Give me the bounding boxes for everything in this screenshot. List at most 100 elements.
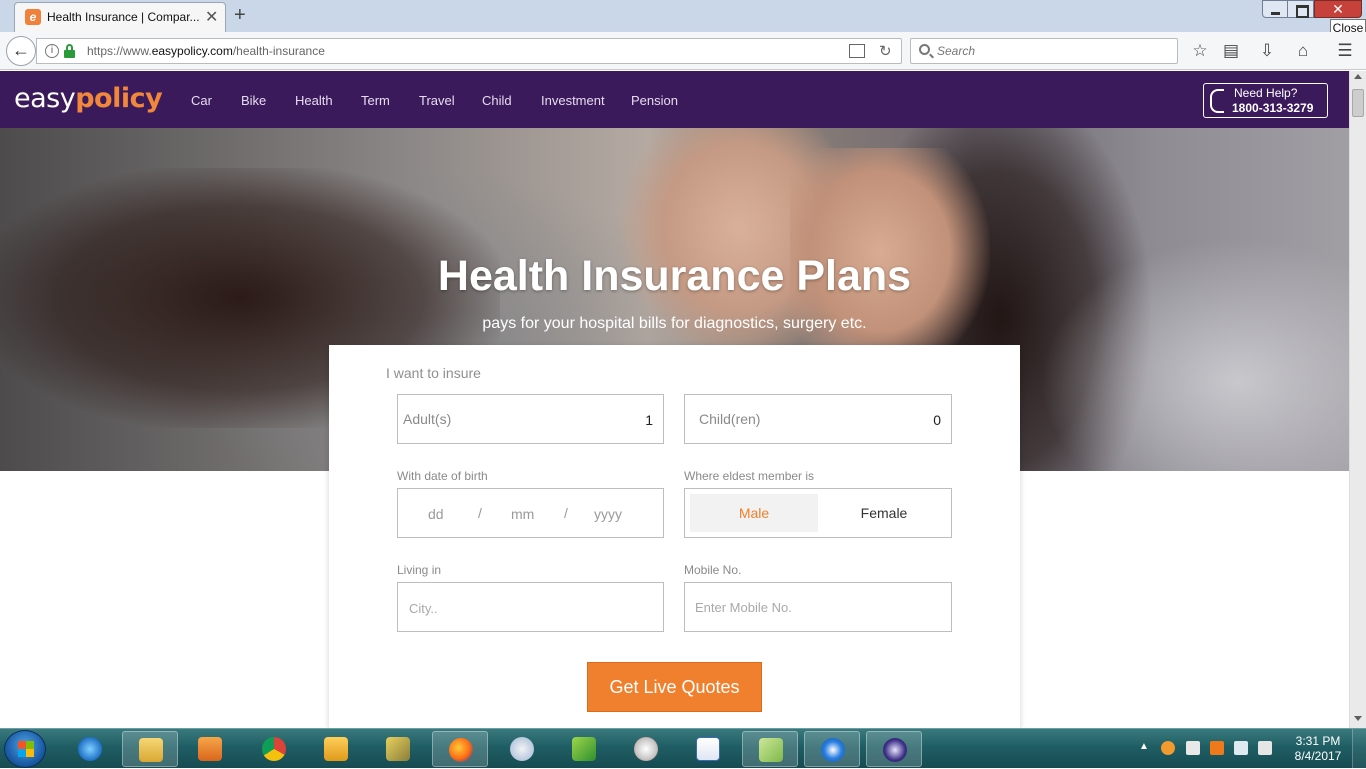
site-info-icon[interactable]: i bbox=[45, 44, 59, 58]
taskbar-firefox[interactable] bbox=[432, 731, 488, 767]
new-tab-button[interactable]: + bbox=[234, 4, 246, 27]
browser-tab[interactable]: e Health Insurance | Compar... ✕ bbox=[14, 2, 226, 32]
easypolicy-favicon-icon: e bbox=[25, 9, 41, 25]
taskbar-outlook[interactable] bbox=[308, 731, 364, 767]
need-help-label: Need Help? bbox=[1234, 86, 1298, 100]
browser-titlebar: e Health Insurance | Compar... ✕ + ✕ bbox=[0, 0, 1366, 32]
dob-separator: / bbox=[478, 505, 482, 521]
nav-pension[interactable]: Pension bbox=[631, 93, 678, 108]
dob-month-input[interactable]: mm bbox=[511, 506, 534, 522]
mobile-input[interactable]: Enter Mobile No. bbox=[684, 582, 952, 632]
taskbar-media-player[interactable] bbox=[182, 731, 238, 767]
eldest-member-label: Where eldest member is bbox=[684, 469, 815, 483]
scroll-thumb[interactable] bbox=[1352, 89, 1364, 117]
outlook-icon bbox=[324, 737, 348, 761]
url-bar[interactable]: i https://www.easypolicy.com/health-insu… bbox=[36, 38, 902, 64]
bookmark-star-icon[interactable]: ☆ bbox=[1189, 40, 1211, 62]
secure-lock-icon bbox=[64, 44, 75, 58]
dob-year-input[interactable]: yyyy bbox=[594, 506, 622, 522]
tray-show-hidden-icon[interactable]: ▲ bbox=[1139, 741, 1149, 752]
tray-security-icon[interactable] bbox=[1210, 741, 1224, 755]
get-live-quotes-button[interactable]: Get Live Quotes bbox=[587, 662, 762, 712]
insure-label: I want to insure bbox=[386, 365, 481, 381]
home-icon[interactable]: ⌂ bbox=[1292, 40, 1314, 62]
show-desktop-button[interactable] bbox=[1352, 729, 1366, 769]
children-label: Child(ren) bbox=[699, 411, 761, 427]
taskbar-eclipse[interactable] bbox=[866, 731, 922, 767]
page-scrollbar[interactable] bbox=[1349, 71, 1366, 728]
children-value: 0 bbox=[933, 412, 941, 428]
need-help-box[interactable]: Need Help? 1800-313-3279 bbox=[1203, 83, 1328, 118]
gender-toggle: Male Female bbox=[684, 488, 952, 538]
dob-field[interactable]: dd / mm / yyyy bbox=[397, 488, 664, 538]
nav-travel[interactable]: Travel bbox=[419, 93, 455, 108]
excel-icon bbox=[572, 737, 596, 761]
nav-investment[interactable]: Investment bbox=[541, 93, 605, 108]
reader-view-icon[interactable] bbox=[849, 44, 865, 58]
windows-logo-icon bbox=[18, 741, 34, 757]
gender-male-option[interactable]: Male bbox=[690, 494, 818, 532]
url-text[interactable]: https://www.easypolicy.com/health-insura… bbox=[87, 44, 325, 58]
tray-network-icon[interactable] bbox=[1234, 741, 1248, 755]
mobile-label: Mobile No. bbox=[684, 563, 742, 577]
taskbar-teamviewer[interactable] bbox=[804, 731, 860, 767]
hero-subtitle: pays for your hospital bills for diagnos… bbox=[482, 315, 867, 332]
tray-clock[interactable]: 3:31 PM 8/4/2017 bbox=[1288, 734, 1348, 764]
taskbar-internet-explorer[interactable] bbox=[62, 731, 118, 767]
dob-label: With date of birth bbox=[397, 469, 488, 483]
tab-close-icon[interactable]: ✕ bbox=[205, 7, 218, 27]
taskbar-folder[interactable] bbox=[742, 731, 798, 767]
quote-form-card: I want to insure Adult(s) 1 Child(ren) 0… bbox=[329, 345, 1020, 728]
dob-day-input[interactable]: dd bbox=[428, 506, 444, 522]
window-close-button[interactable]: ✕ bbox=[1314, 0, 1362, 18]
window-minimize-button[interactable] bbox=[1262, 0, 1288, 18]
city-placeholder: City.. bbox=[409, 601, 438, 616]
children-field[interactable]: Child(ren) 0 bbox=[684, 394, 952, 444]
adults-field[interactable]: Adult(s) 1 bbox=[397, 394, 664, 444]
file-explorer-icon bbox=[139, 738, 163, 762]
clock-time: 3:31 PM bbox=[1295, 734, 1341, 748]
tab-title: Health Insurance | Compar... bbox=[47, 10, 200, 24]
start-button[interactable] bbox=[4, 730, 46, 768]
nav-car[interactable]: Car bbox=[191, 93, 212, 108]
nav-term[interactable]: Term bbox=[361, 93, 390, 108]
dob-separator: / bbox=[564, 505, 568, 521]
nav-bike[interactable]: Bike bbox=[241, 93, 266, 108]
city-input[interactable]: City.. bbox=[397, 582, 664, 632]
search-icon bbox=[919, 44, 930, 55]
library-icon[interactable]: ▤ bbox=[1220, 40, 1242, 62]
easypolicy-logo[interactable]: easypolicy bbox=[14, 83, 163, 114]
scroll-down-arrow-icon[interactable] bbox=[1354, 716, 1362, 721]
hero-title: Health Insurance Plans bbox=[437, 252, 912, 300]
search-bar[interactable]: Search bbox=[910, 38, 1178, 64]
teamviewer-icon bbox=[821, 738, 845, 762]
clock-date: 8/4/2017 bbox=[1294, 749, 1342, 763]
firefox-icon bbox=[449, 738, 473, 762]
taskbar-tools[interactable] bbox=[370, 731, 426, 767]
tray-volume-muted-icon[interactable] bbox=[1258, 741, 1272, 755]
internet-explorer-icon bbox=[78, 737, 102, 761]
taskbar-chrome[interactable] bbox=[246, 731, 302, 767]
scroll-up-arrow-icon[interactable] bbox=[1354, 74, 1362, 79]
taskbar-vc[interactable] bbox=[680, 731, 736, 767]
tray-avast-icon[interactable] bbox=[1161, 741, 1175, 755]
downloads-icon[interactable]: ⇩ bbox=[1256, 40, 1278, 62]
nav-health[interactable]: Health bbox=[295, 93, 333, 108]
gender-female-option[interactable]: Female bbox=[820, 494, 948, 532]
taskbar-file-explorer[interactable] bbox=[122, 731, 178, 767]
media-player-icon bbox=[198, 737, 222, 761]
vc-icon bbox=[696, 737, 720, 761]
taskbar-excel[interactable] bbox=[556, 731, 612, 767]
reload-icon[interactable]: ↻ bbox=[879, 42, 892, 60]
taskbar-paint[interactable] bbox=[494, 731, 550, 767]
living-in-label: Living in bbox=[397, 563, 442, 577]
site-header: easypolicy Car Bike Health Term Travel C… bbox=[0, 71, 1349, 128]
window-maximize-button[interactable] bbox=[1288, 0, 1314, 18]
folder-icon bbox=[759, 738, 783, 762]
nav-child[interactable]: Child bbox=[482, 93, 512, 108]
back-button[interactable]: ← bbox=[6, 36, 36, 66]
menu-icon[interactable]: ☰ bbox=[1334, 40, 1356, 62]
tray-flag-icon[interactable] bbox=[1186, 741, 1200, 755]
eclipse-icon bbox=[883, 738, 907, 762]
taskbar-snipping[interactable] bbox=[618, 731, 674, 767]
